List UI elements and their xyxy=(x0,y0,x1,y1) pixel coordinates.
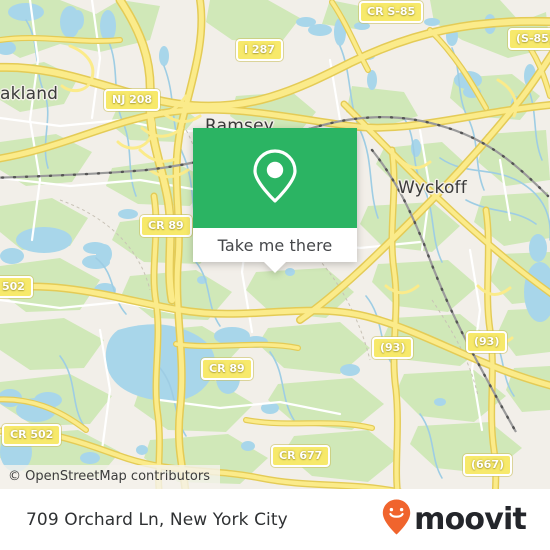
footer-bar: 709 Orchard Ln, New York City moovit xyxy=(0,489,550,550)
map-canvas[interactable]: akland Ramsey Wyckoff CR S-85 I 287 (S-8… xyxy=(0,0,550,489)
shield-502[interactable]: 502 xyxy=(0,276,33,298)
shield-s-85[interactable]: (S-85) xyxy=(508,28,550,50)
shield-cr-89-north[interactable]: CR 89 xyxy=(140,215,192,237)
callout-icon-area xyxy=(193,128,357,228)
shield-cr-89-south[interactable]: CR 89 xyxy=(201,358,253,380)
shield-cr-677[interactable]: CR 677 xyxy=(271,445,331,467)
address-label: 709 Orchard Ln, New York City xyxy=(26,509,288,530)
callout-pointer-tail xyxy=(264,262,286,273)
shield-cr-502[interactable]: CR 502 xyxy=(2,424,62,446)
map-pin-icon xyxy=(249,147,301,210)
shield-nj-208[interactable]: NJ 208 xyxy=(104,89,161,111)
moovit-logo[interactable]: moovit xyxy=(381,498,527,541)
osm-attribution[interactable]: © OpenStreetMap contributors xyxy=(0,465,220,489)
callout-label: Take me there xyxy=(217,235,333,255)
map-screenshot-container: akland Ramsey Wyckoff CR S-85 I 287 (S-8… xyxy=(0,0,550,550)
shield-93-right[interactable]: (93) xyxy=(466,331,508,353)
shield-cr-s-85[interactable]: CR S-85 xyxy=(359,1,424,23)
shield-i-287[interactable]: I 287 xyxy=(236,39,283,61)
shield-93-left[interactable]: (93) xyxy=(372,337,414,359)
moovit-wordmark: moovit xyxy=(414,501,527,537)
shield-667[interactable]: (667) xyxy=(463,454,513,476)
take-me-there-callout[interactable]: Take me there xyxy=(193,128,357,273)
callout-label-area[interactable]: Take me there xyxy=(193,228,357,262)
moovit-pin-smile-icon xyxy=(381,498,412,541)
